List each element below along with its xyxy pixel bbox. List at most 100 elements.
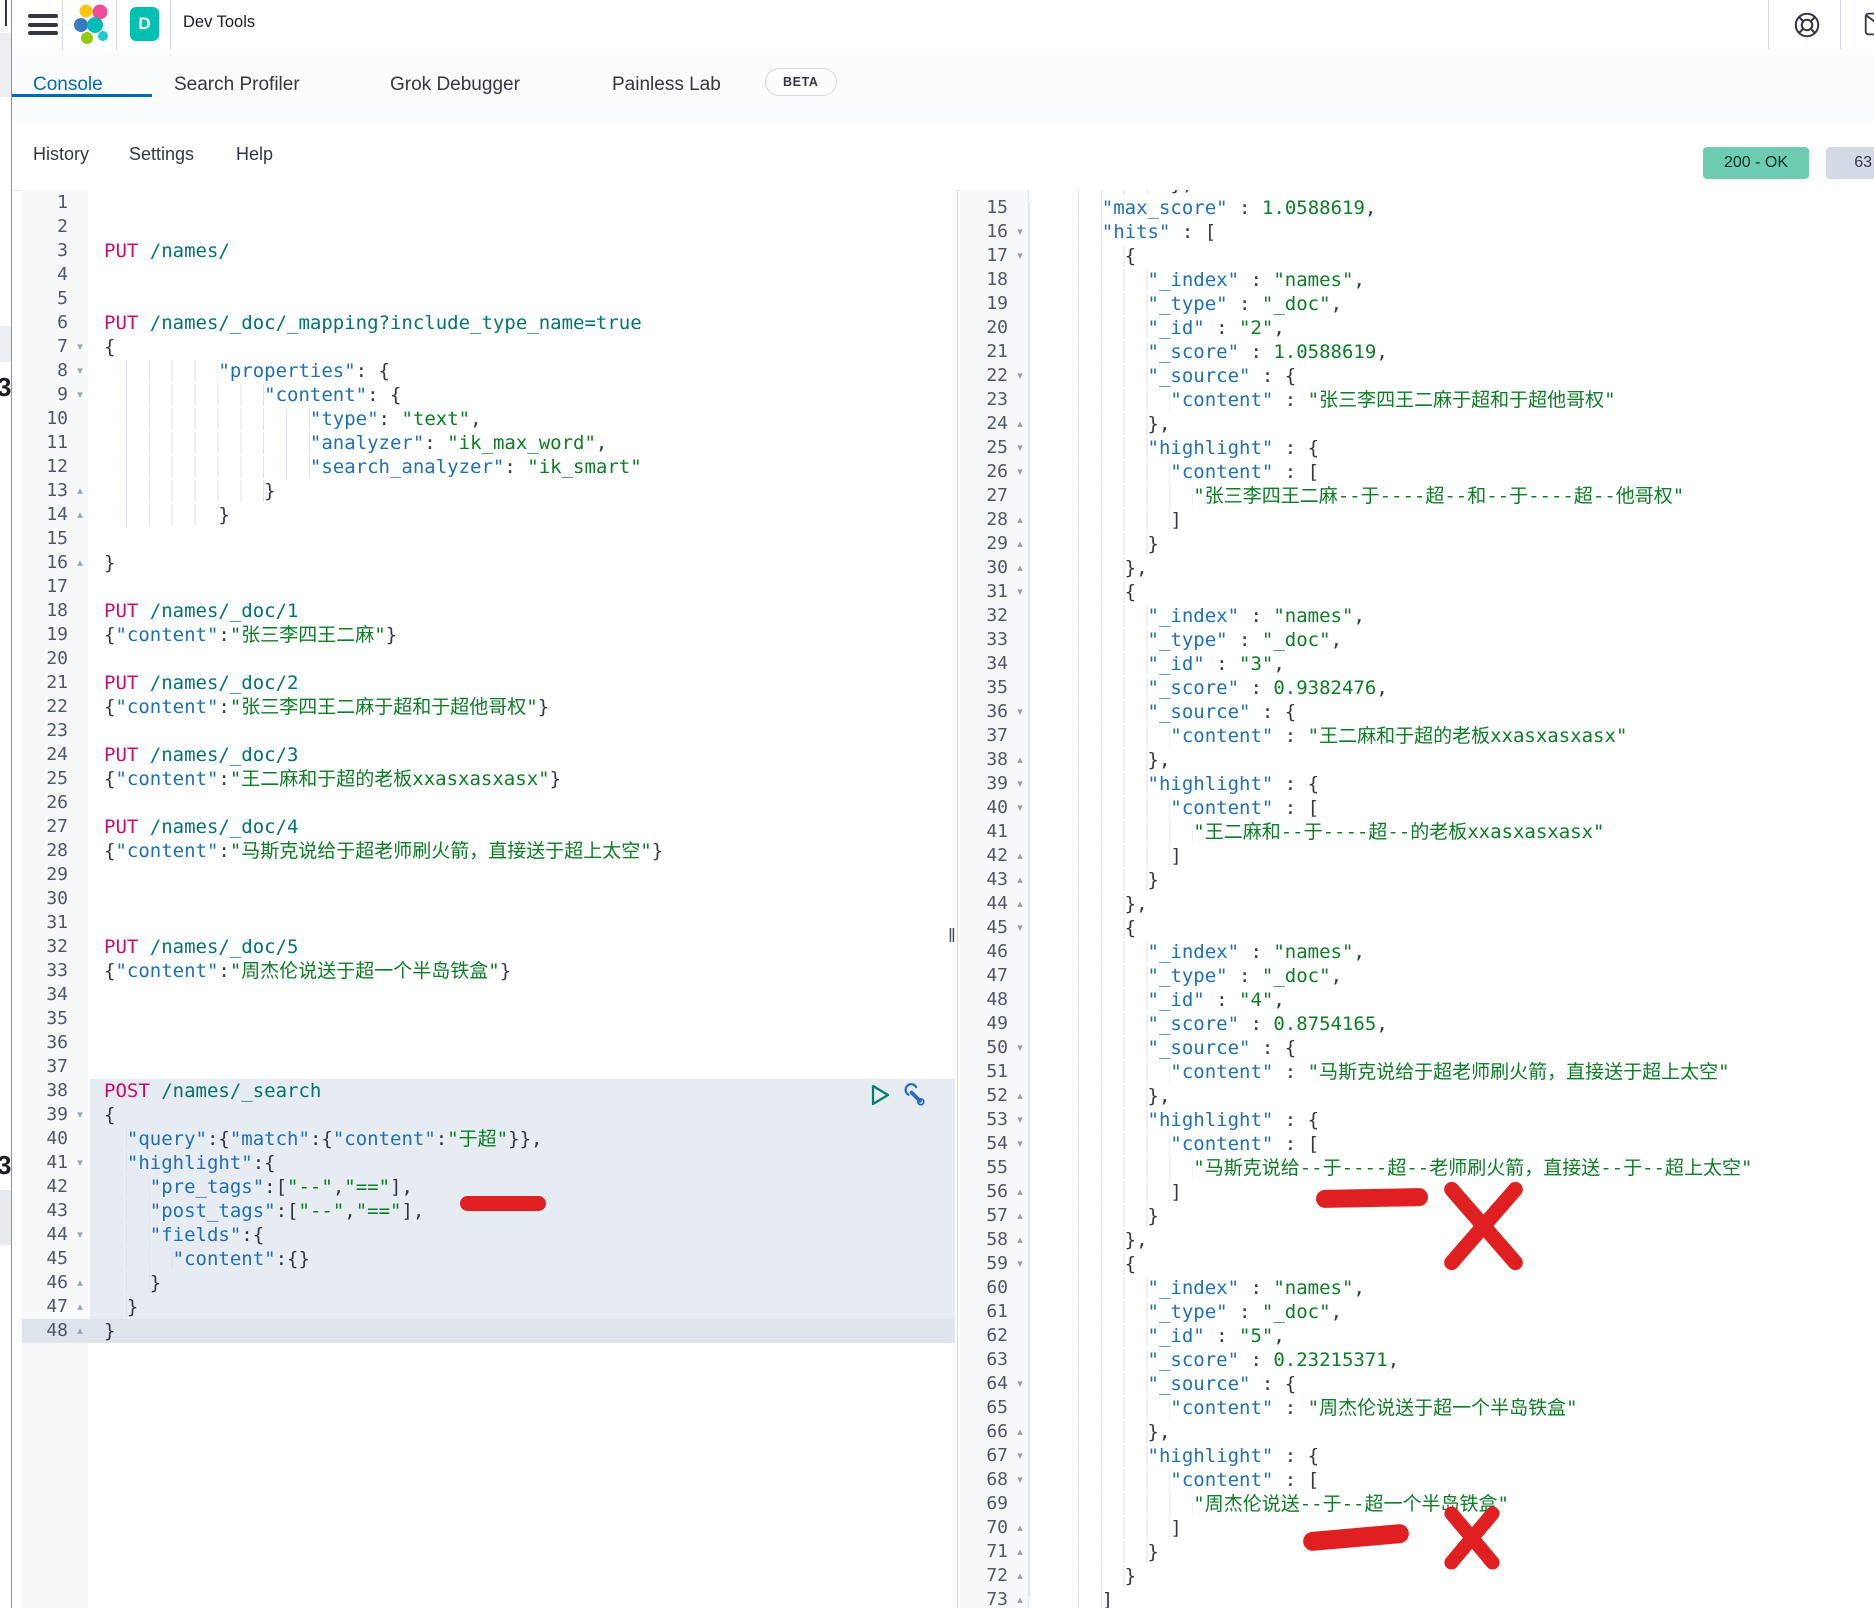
code-text: "max_score" : 1.0588619, bbox=[1030, 196, 1874, 220]
code-line: 23 bbox=[22, 719, 955, 743]
code-line: 47 "_type" : "_doc", bbox=[960, 964, 1874, 988]
line-number: 27 bbox=[22, 815, 70, 839]
fold-toggle-icon[interactable]: ▴ bbox=[1010, 1228, 1030, 1252]
help-menu[interactable]: Help bbox=[236, 144, 273, 165]
line-number: 40 bbox=[960, 796, 1010, 820]
fold-toggle-icon[interactable]: ▴ bbox=[70, 1271, 90, 1295]
fold-toggle-icon[interactable]: ▾ bbox=[1010, 796, 1030, 820]
fold-toggle-icon[interactable]: ▾ bbox=[1010, 700, 1030, 724]
fold-toggle-icon[interactable]: ▴ bbox=[70, 1295, 90, 1319]
fold-toggle-icon[interactable]: ▾ bbox=[70, 335, 90, 359]
elastic-logo[interactable] bbox=[72, 2, 114, 53]
tab-grok-debugger[interactable]: Grok Debugger bbox=[390, 74, 520, 96]
fold-toggle-icon[interactable]: ▴ bbox=[1010, 892, 1030, 916]
fold-toggle-icon[interactable]: ▾ bbox=[1010, 1252, 1030, 1276]
fold-toggle-icon[interactable]: ▾ bbox=[1010, 916, 1030, 940]
request-editor[interactable]: 123PUT /names/456PUT /names/_doc/_mappin… bbox=[22, 190, 955, 1608]
fold-spacer bbox=[70, 191, 90, 215]
fold-toggle-icon[interactable]: ▾ bbox=[1010, 364, 1030, 388]
mail-icon[interactable] bbox=[1864, 11, 1874, 42]
fold-toggle-icon[interactable]: ▴ bbox=[1010, 1204, 1030, 1228]
wrench-icon[interactable] bbox=[901, 1082, 928, 1114]
code-line: 41 "王二麻和--于----超--的老板xxasxasxasx" bbox=[960, 820, 1874, 844]
code-text bbox=[90, 863, 955, 887]
fold-toggle-icon[interactable]: ▴ bbox=[1010, 1540, 1030, 1564]
fold-toggle-icon[interactable]: ▴ bbox=[70, 479, 90, 503]
fold-toggle-icon[interactable]: ▴ bbox=[1010, 1564, 1030, 1588]
fold-toggle-icon[interactable]: ▾ bbox=[70, 1151, 90, 1175]
fold-toggle-icon[interactable]: ▾ bbox=[1010, 460, 1030, 484]
fold-toggle-icon[interactable]: ▾ bbox=[70, 1103, 90, 1127]
fold-toggle-icon[interactable]: ▾ bbox=[1010, 220, 1030, 244]
fold-toggle-icon[interactable]: ▴ bbox=[1010, 748, 1030, 772]
fold-spacer bbox=[1010, 676, 1030, 700]
code-line: 15 bbox=[22, 527, 955, 551]
code-line: 27PUT /names/_doc/4 bbox=[22, 815, 955, 839]
code-text bbox=[90, 215, 955, 239]
fold-toggle-icon[interactable]: ▴ bbox=[70, 1319, 90, 1343]
code-line: 10 "type": "text", bbox=[22, 407, 955, 431]
pane-divider[interactable] bbox=[957, 190, 958, 1608]
line-number: 16 bbox=[22, 551, 70, 575]
line-number: 69 bbox=[960, 1492, 1010, 1516]
fold-toggle-icon[interactable]: ▾ bbox=[1010, 436, 1030, 460]
send-request-icon[interactable] bbox=[868, 1082, 892, 1114]
history-menu[interactable]: History bbox=[33, 144, 89, 165]
code-text: "properties": { bbox=[90, 359, 955, 383]
fold-toggle-icon[interactable]: ▴ bbox=[1010, 556, 1030, 580]
pane-resize-handle[interactable]: ‖ bbox=[948, 926, 956, 948]
response-viewer[interactable]: },15 "max_score" : 1.0588619,16▾ "hits" … bbox=[960, 190, 1874, 1608]
line-number: 22 bbox=[960, 364, 1010, 388]
line-number: 34 bbox=[960, 652, 1010, 676]
fold-toggle-icon[interactable]: ▴ bbox=[70, 503, 90, 527]
fold-toggle-icon[interactable]: ▴ bbox=[1010, 1084, 1030, 1108]
fold-toggle-icon[interactable]: ▾ bbox=[1010, 1444, 1030, 1468]
fold-spacer bbox=[70, 671, 90, 695]
code-line: 25▾ "highlight" : { bbox=[960, 436, 1874, 460]
line-number: 70 bbox=[960, 1516, 1010, 1540]
line-number: 73 bbox=[960, 1588, 1010, 1608]
menu-icon[interactable] bbox=[28, 14, 58, 36]
line-number: 39 bbox=[960, 772, 1010, 796]
tab-painless-lab[interactable]: Painless Lab bbox=[612, 74, 721, 96]
help-icon[interactable] bbox=[1792, 10, 1822, 45]
fold-toggle-icon[interactable]: ▴ bbox=[1010, 412, 1030, 436]
fold-toggle-icon[interactable]: ▾ bbox=[1010, 580, 1030, 604]
fold-toggle-icon[interactable]: ▴ bbox=[1010, 1516, 1030, 1540]
tab-console[interactable]: Console bbox=[33, 74, 103, 96]
line-number: 10 bbox=[22, 407, 70, 431]
fold-toggle-icon[interactable]: ▾ bbox=[1010, 1468, 1030, 1492]
code-line: 52▴ }, bbox=[960, 1084, 1874, 1108]
code-text: "content":{} bbox=[90, 1247, 955, 1271]
line-number: 62 bbox=[960, 1324, 1010, 1348]
fold-spacer bbox=[70, 695, 90, 719]
page-title: Dev Tools bbox=[183, 13, 255, 32]
active-tab-underline bbox=[12, 94, 152, 97]
fold-toggle-icon[interactable]: ▾ bbox=[70, 1223, 90, 1247]
code-line: 30 bbox=[22, 887, 955, 911]
fold-toggle-icon[interactable]: ▴ bbox=[1010, 1588, 1030, 1608]
code-text bbox=[90, 719, 955, 743]
code-text: "王二麻和--于----超--的老板xxasxasxasx" bbox=[1030, 820, 1874, 844]
fold-toggle-icon[interactable]: ▴ bbox=[1010, 532, 1030, 556]
code-line: 11 "analyzer": "ik_max_word", bbox=[22, 431, 955, 455]
settings-menu[interactable]: Settings bbox=[129, 144, 194, 165]
code-text: "highlight" : { bbox=[1030, 436, 1874, 460]
tab-search-profiler[interactable]: Search Profiler bbox=[174, 74, 300, 96]
fold-toggle-icon[interactable]: ▴ bbox=[70, 551, 90, 575]
fold-toggle-icon[interactable]: ▾ bbox=[70, 383, 90, 407]
fold-toggle-icon[interactable]: ▾ bbox=[1010, 1036, 1030, 1060]
code-text: "content" : [ bbox=[1030, 1132, 1874, 1156]
fold-toggle-icon[interactable]: ▾ bbox=[1010, 772, 1030, 796]
fold-toggle-icon[interactable]: ▴ bbox=[1010, 844, 1030, 868]
code-line: 31▾ { bbox=[960, 580, 1874, 604]
fold-toggle-icon[interactable]: ▴ bbox=[1010, 508, 1030, 532]
fold-toggle-icon[interactable]: ▾ bbox=[1010, 1372, 1030, 1396]
fold-toggle-icon[interactable]: ▾ bbox=[1010, 1108, 1030, 1132]
fold-toggle-icon[interactable]: ▾ bbox=[70, 359, 90, 383]
fold-toggle-icon[interactable]: ▾ bbox=[1010, 1132, 1030, 1156]
fold-toggle-icon[interactable]: ▴ bbox=[1010, 868, 1030, 892]
fold-toggle-icon[interactable]: ▾ bbox=[1010, 244, 1030, 268]
fold-toggle-icon[interactable]: ▴ bbox=[1010, 1180, 1030, 1204]
fold-toggle-icon[interactable]: ▴ bbox=[1010, 1420, 1030, 1444]
